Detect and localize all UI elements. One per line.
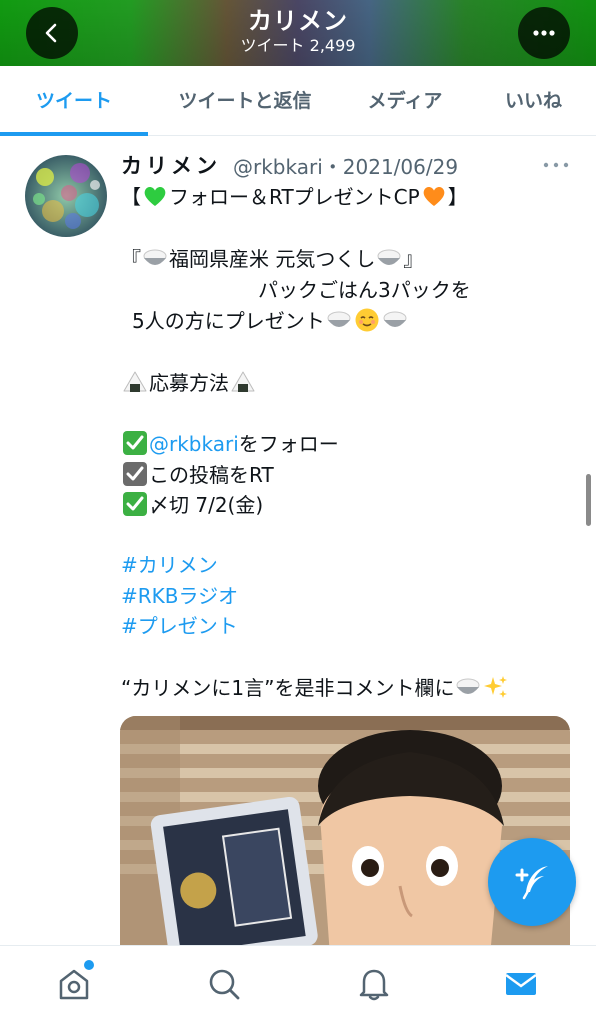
hashtag-link[interactable]: #プレゼント bbox=[121, 612, 238, 640]
tweet-author-name[interactable]: カリメン bbox=[121, 152, 221, 180]
tweet-photo[interactable] bbox=[120, 716, 570, 956]
nav-messages[interactable] bbox=[503, 966, 539, 1002]
rice-ball-icon bbox=[230, 369, 256, 395]
rice-bowl-icon bbox=[376, 245, 402, 271]
tweet-step-2: この投稿をRT bbox=[121, 461, 274, 489]
nav-home[interactable] bbox=[56, 960, 94, 1002]
green-heart-icon bbox=[142, 183, 168, 209]
hashtag-link[interactable]: #RKBラジオ bbox=[121, 582, 238, 610]
tweet-step-1: @rkbkariをフォロー bbox=[121, 430, 339, 458]
tweet-count: ツイート 2,499 bbox=[240, 36, 356, 55]
tab-likes[interactable]: いいね bbox=[486, 66, 581, 136]
tweet-line-1: 【フォロー＆RTプレゼントCP】 bbox=[121, 183, 468, 209]
tweet-line-3: パックごはん3パックを bbox=[258, 278, 471, 302]
more-options-button[interactable] bbox=[518, 7, 570, 59]
nav-search[interactable] bbox=[206, 966, 242, 1002]
profile-header: カリメン ツイート 2,499 bbox=[0, 0, 596, 66]
tweet-closing-line: “カリメンに1言”を是非コメント欄に bbox=[121, 674, 510, 702]
check-mark-button-icon bbox=[122, 491, 148, 517]
rice-ball-icon bbox=[122, 369, 148, 395]
tweet-line-5: 応募方法 bbox=[121, 369, 257, 397]
check-mark-button-icon bbox=[122, 430, 148, 456]
tweet-line-2: 『福岡県産米 元気つくし』 bbox=[121, 245, 424, 271]
tweet-more-button[interactable] bbox=[540, 154, 572, 176]
tab-tweets[interactable]: ツイート bbox=[0, 66, 148, 136]
compose-tweet-icon bbox=[515, 866, 548, 900]
more-horizontal-icon bbox=[533, 30, 555, 36]
sparkles-icon bbox=[483, 674, 509, 700]
notification-badge bbox=[84, 960, 94, 970]
rice-bowl-icon bbox=[142, 245, 168, 271]
nav-notifications[interactable] bbox=[356, 966, 392, 1002]
profile-name-title: カリメン bbox=[248, 7, 348, 35]
avatar[interactable] bbox=[25, 155, 107, 237]
orange-heart-icon bbox=[421, 183, 447, 209]
tab-media[interactable]: メディア bbox=[345, 66, 465, 136]
compose-tweet-button[interactable] bbox=[488, 838, 576, 926]
rice-bowl-icon bbox=[326, 307, 352, 333]
home-icon bbox=[59, 969, 89, 1000]
tweet-author-handle-date[interactable]: @rkbkari・2021/06/29 bbox=[233, 153, 458, 181]
check-box-icon bbox=[122, 461, 148, 487]
tweet-line-4: 5人の方にプレゼント bbox=[132, 307, 409, 335]
more-horizontal-icon bbox=[543, 162, 569, 168]
hashtag-link[interactable]: #カリメン bbox=[121, 551, 218, 579]
tab-tweets-and-replies[interactable]: ツイートと返信 bbox=[155, 66, 335, 136]
scrollbar[interactable] bbox=[586, 474, 591, 526]
bottom-navigation-bar bbox=[0, 945, 596, 1024]
active-tab-indicator bbox=[0, 132, 148, 136]
tweet-step-3: 〆切 7/2(金) bbox=[121, 491, 263, 519]
messages-mail-icon bbox=[505, 973, 537, 995]
mention-link[interactable]: @rkbkari bbox=[149, 432, 239, 456]
notifications-bell-icon bbox=[359, 969, 389, 1001]
search-icon bbox=[209, 969, 240, 1000]
rice-bowl-icon bbox=[382, 307, 408, 333]
profile-tabs: ツイート ツイートと返信 メディア いいね bbox=[0, 66, 596, 136]
rice-bowl-icon bbox=[455, 674, 481, 700]
relieved-face-icon bbox=[354, 307, 380, 333]
